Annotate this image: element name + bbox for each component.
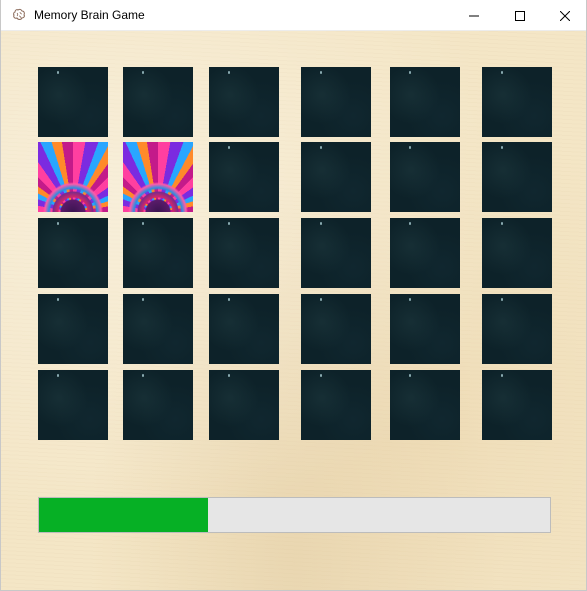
memory-card[interactable]	[482, 218, 552, 288]
memory-card[interactable]	[123, 67, 193, 137]
maximize-icon	[515, 10, 525, 21]
close-icon	[560, 10, 570, 21]
memory-card[interactable]	[390, 294, 460, 364]
memory-card[interactable]	[301, 370, 371, 440]
memory-card[interactable]	[38, 294, 108, 364]
maximize-button[interactable]	[497, 0, 543, 31]
memory-card[interactable]	[301, 294, 371, 364]
progress-bar	[38, 497, 551, 533]
card-back-mark	[228, 146, 230, 149]
memory-card[interactable]	[123, 218, 193, 288]
card-back-mark	[142, 71, 144, 74]
memory-card[interactable]	[390, 67, 460, 137]
memory-card-revealed[interactable]	[38, 142, 108, 212]
memory-card[interactable]	[301, 218, 371, 288]
card-back-mark	[320, 222, 322, 225]
card-back-mark	[501, 222, 503, 225]
memory-card[interactable]	[38, 67, 108, 137]
memory-card-revealed[interactable]	[123, 142, 193, 212]
close-button[interactable]	[542, 0, 586, 31]
card-back-mark	[409, 222, 411, 225]
memory-card[interactable]	[209, 67, 279, 137]
card-back-mark	[142, 374, 144, 377]
minimize-button[interactable]	[451, 0, 497, 31]
card-back-mark	[142, 298, 144, 301]
memory-card[interactable]	[123, 294, 193, 364]
card-back-mark	[228, 71, 230, 74]
memory-card[interactable]	[209, 294, 279, 364]
memory-card[interactable]	[301, 142, 371, 212]
memory-card[interactable]	[301, 67, 371, 137]
card-back-mark	[57, 374, 59, 377]
memory-card[interactable]	[38, 370, 108, 440]
card-back-mark	[57, 71, 59, 74]
memory-card[interactable]	[390, 370, 460, 440]
window-title: Memory Brain Game	[34, 8, 145, 22]
card-back-mark	[501, 298, 503, 301]
card-back-mark	[142, 222, 144, 225]
memory-card[interactable]	[209, 142, 279, 212]
card-back-mark	[409, 374, 411, 377]
card-back-mark	[228, 222, 230, 225]
card-back-mark	[320, 298, 322, 301]
memory-card[interactable]	[482, 370, 552, 440]
card-back-mark	[409, 71, 411, 74]
card-back-mark	[501, 374, 503, 377]
memory-card[interactable]	[123, 370, 193, 440]
card-back-mark	[57, 298, 59, 301]
minimize-icon	[469, 15, 479, 16]
card-back-mark	[228, 374, 230, 377]
memory-card[interactable]	[482, 294, 552, 364]
card-back-mark	[501, 71, 503, 74]
game-window: Memory Brain Game	[0, 0, 587, 591]
memory-card[interactable]	[390, 218, 460, 288]
memory-card[interactable]	[209, 370, 279, 440]
memory-card[interactable]	[482, 142, 552, 212]
card-back-mark	[57, 222, 59, 225]
memory-card[interactable]	[482, 67, 552, 137]
card-back-mark	[228, 298, 230, 301]
brain-icon	[13, 8, 25, 20]
memory-card[interactable]	[390, 142, 460, 212]
progress-fill	[39, 498, 208, 532]
card-back-mark	[501, 146, 503, 149]
memory-card[interactable]	[38, 218, 108, 288]
card-back-mark	[320, 374, 322, 377]
title-bar[interactable]: Memory Brain Game	[1, 0, 586, 31]
card-back-mark	[409, 298, 411, 301]
game-board-area	[1, 31, 586, 590]
card-back-mark	[409, 146, 411, 149]
memory-card[interactable]	[209, 218, 279, 288]
card-back-mark	[320, 146, 322, 149]
card-back-mark	[320, 71, 322, 74]
